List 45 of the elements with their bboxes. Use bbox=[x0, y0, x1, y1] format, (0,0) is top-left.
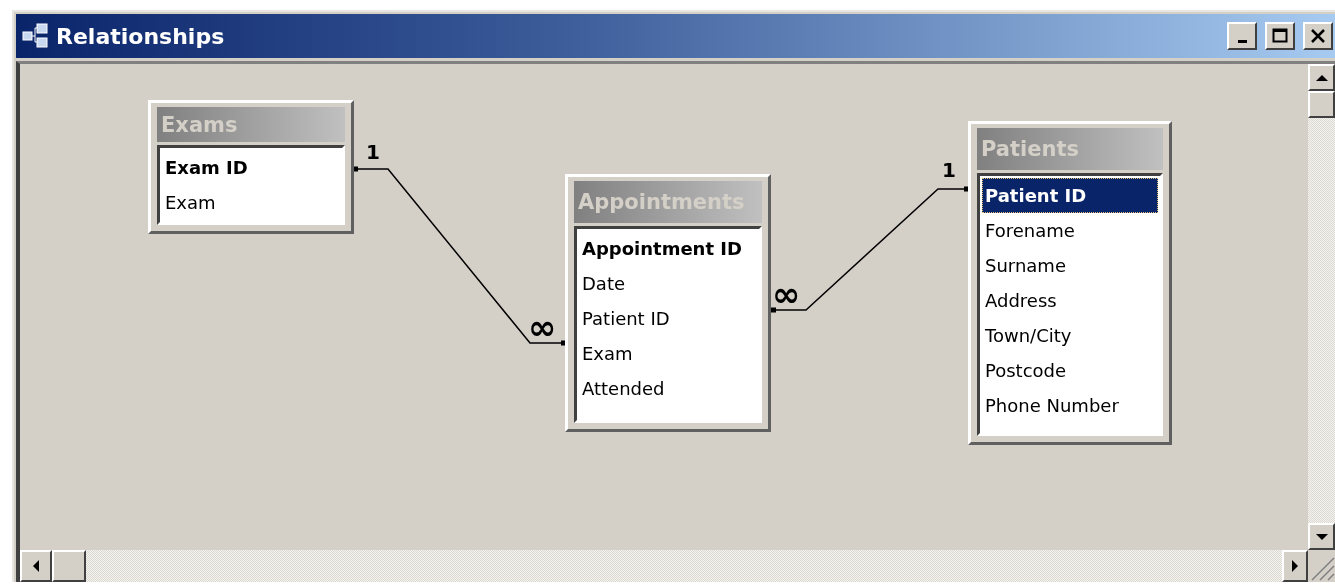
scroll-thumb[interactable] bbox=[1308, 91, 1335, 118]
vertical-scrollbar[interactable] bbox=[1308, 64, 1335, 550]
table-window[interactable]: Exams Exam ID Exam bbox=[148, 100, 354, 234]
minimize-button[interactable] bbox=[1227, 22, 1257, 50]
maximize-icon bbox=[1272, 28, 1288, 44]
one-cardinality-label: 1 bbox=[942, 160, 956, 180]
relationships-icon bbox=[22, 23, 50, 49]
field-item[interactable]: Surname bbox=[982, 248, 1158, 283]
field-item[interactable]: Postcode bbox=[982, 353, 1158, 388]
many-cardinality-label: ∞ bbox=[772, 277, 801, 311]
scroll-left-button[interactable] bbox=[20, 550, 52, 582]
up-arrow-icon bbox=[1315, 73, 1328, 82]
close-icon bbox=[1310, 28, 1326, 44]
field-item[interactable]: Exam bbox=[579, 336, 757, 371]
field-item[interactable]: Date bbox=[579, 266, 757, 301]
close-button[interactable] bbox=[1303, 22, 1333, 50]
horizontal-scrollbar[interactable] bbox=[20, 550, 1335, 582]
scroll-thumb[interactable] bbox=[52, 550, 86, 582]
window-title: Relationships bbox=[56, 23, 226, 49]
relationship-line[interactable] bbox=[771, 186, 969, 313]
field-item[interactable]: Exam ID bbox=[162, 150, 340, 185]
scroll-up-button[interactable] bbox=[1308, 64, 1335, 91]
field-item[interactable]: Patient ID bbox=[982, 178, 1158, 213]
resize-grip-icon[interactable] bbox=[1308, 550, 1335, 582]
table-title: Exams bbox=[157, 107, 345, 142]
field-item[interactable]: Forename bbox=[982, 213, 1158, 248]
field-item[interactable]: Exam bbox=[162, 185, 340, 220]
field-item[interactable]: Phone Number bbox=[982, 388, 1158, 423]
maximize-button[interactable] bbox=[1265, 22, 1295, 50]
relationship-line[interactable] bbox=[353, 166, 566, 346]
table-title: Patients bbox=[977, 128, 1163, 170]
field-item[interactable]: Attended bbox=[579, 371, 757, 406]
field-item[interactable]: Town/City bbox=[982, 318, 1158, 353]
minimize-icon bbox=[1237, 39, 1247, 43]
field-item[interactable]: Appointment ID bbox=[579, 231, 757, 266]
field-item[interactable]: Patient ID bbox=[579, 301, 757, 336]
down-arrow-icon bbox=[1315, 532, 1328, 541]
one-cardinality-label: 1 bbox=[366, 142, 380, 162]
right-arrow-icon bbox=[1291, 560, 1299, 572]
scroll-right-button[interactable] bbox=[1282, 550, 1308, 582]
field-item[interactable]: Address bbox=[982, 283, 1158, 318]
scroll-down-button[interactable] bbox=[1308, 523, 1335, 550]
many-cardinality-label: ∞ bbox=[528, 310, 557, 344]
left-arrow-icon bbox=[32, 560, 40, 572]
table-window[interactable]: Patients Patient ID Forename Surname Address Town/City Postcode Phone Number bbox=[968, 121, 1172, 445]
